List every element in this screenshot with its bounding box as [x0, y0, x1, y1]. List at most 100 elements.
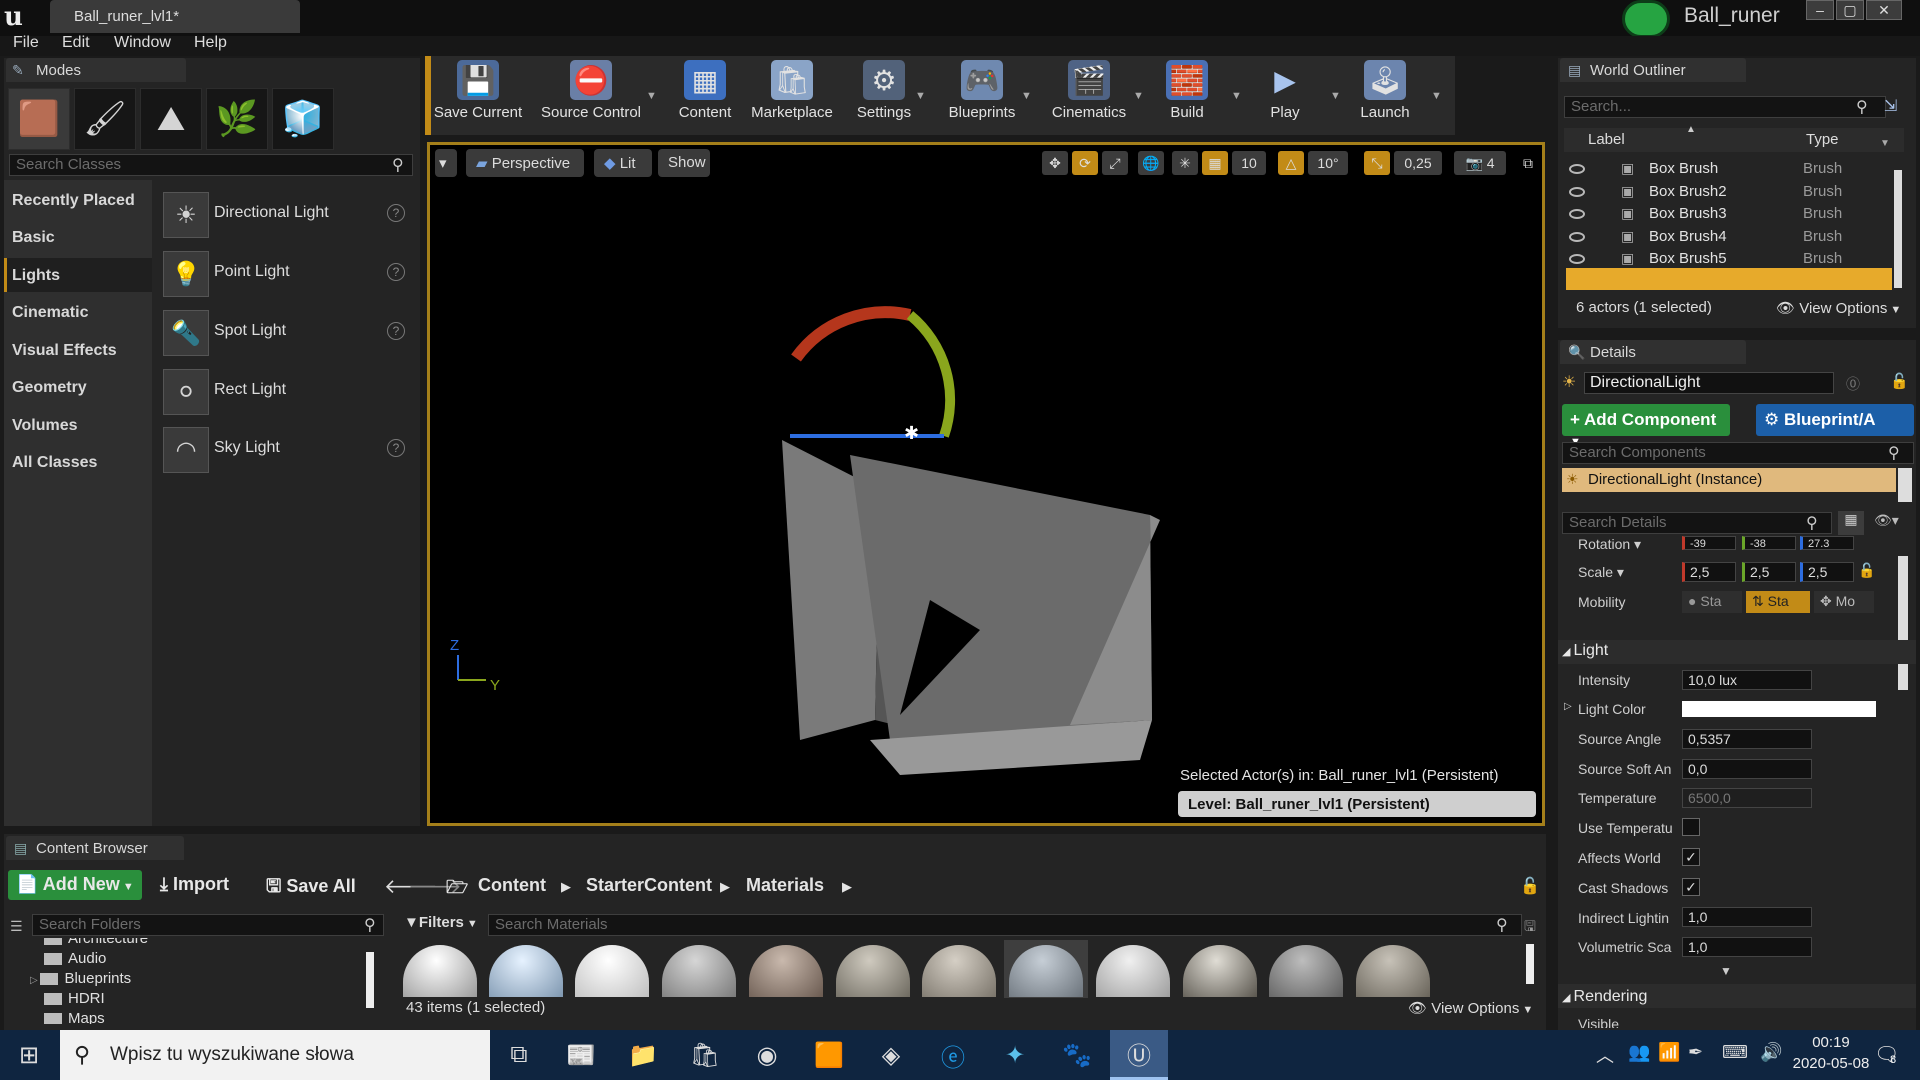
category-basic[interactable]: Basic: [12, 229, 55, 247]
news-app-icon[interactable]: 📰: [552, 1030, 610, 1080]
actor-name-input[interactable]: DirectionalLight: [1584, 372, 1834, 394]
play-dropdown-icon[interactable]: ▼: [1330, 90, 1341, 102]
place-item-point-light[interactable]: 💡 Point Light ?: [160, 249, 415, 301]
folder-audio[interactable]: Audio: [44, 950, 106, 967]
visibility-eye-icon[interactable]: [1569, 186, 1585, 197]
scale-z-input[interactable]: 2,5: [1800, 562, 1854, 582]
taskbar-search-box[interactable]: Wpisz tu wyszukiwane słowa: [60, 1030, 490, 1080]
volumetric-scattering-input[interactable]: 1,0: [1682, 937, 1812, 957]
sublime-icon[interactable]: 🟧: [800, 1030, 858, 1080]
grid-snap-icon[interactable]: ▦: [1202, 151, 1228, 175]
maximize-viewport-icon[interactable]: ⧉: [1518, 151, 1538, 175]
search-details-input[interactable]: Search Details: [1562, 512, 1832, 534]
blueprint-button[interactable]: ⚙ Blueprint/A: [1756, 404, 1914, 436]
camera-speed[interactable]: 📷 4: [1454, 151, 1506, 175]
visual-studio-icon[interactable]: ✦: [986, 1030, 1044, 1080]
app-icon[interactable]: 🐾: [1048, 1030, 1106, 1080]
launch-dropdown-icon[interactable]: ▼: [1431, 90, 1442, 102]
category-all-classes[interactable]: All Classes: [12, 454, 97, 472]
folder-maps[interactable]: Maps: [44, 1010, 105, 1024]
scale-snap-value[interactable]: 0,25: [1394, 151, 1442, 175]
help-icon[interactable]: ?: [387, 322, 405, 340]
affects-world-checkbox[interactable]: ✓: [1682, 848, 1700, 866]
menu-window[interactable]: Window: [114, 34, 171, 52]
details-tab[interactable]: Details: [1560, 340, 1746, 364]
mesh-paint-mode-icon[interactable]: 🧊: [272, 88, 334, 150]
search-materials-input[interactable]: Search Materials: [488, 914, 1522, 936]
keyboard-icon[interactable]: ⌨: [1722, 1042, 1748, 1063]
cinematics-button[interactable]: 🎬 Cinematics: [1044, 60, 1134, 130]
file-explorer-icon[interactable]: 📁: [614, 1030, 672, 1080]
visibility-filter-icon[interactable]: 👁▾: [1874, 512, 1899, 529]
source-soft-angle-input[interactable]: 0,0: [1682, 759, 1812, 779]
visibility-eye-icon[interactable]: [1569, 231, 1585, 242]
scale-icon[interactable]: ⤢: [1102, 151, 1128, 175]
category-geometry[interactable]: Geometry: [12, 379, 87, 397]
minimize-button[interactable]: –: [1806, 0, 1834, 20]
help-icon[interactable]: ?: [387, 263, 405, 281]
save-search-icon[interactable]: 🖫: [1524, 916, 1536, 940]
import-button[interactable]: ⤓ Import: [156, 870, 233, 900]
temperature-input[interactable]: 6500,0: [1682, 788, 1812, 808]
unity-icon[interactable]: ◈: [862, 1030, 920, 1080]
breadcrumb-materials[interactable]: Materials: [746, 875, 824, 896]
place-item-sky-light[interactable]: ◠ Sky Light ?: [160, 425, 415, 477]
settings-dropdown-icon[interactable]: ▼: [915, 90, 926, 102]
indirect-lighting-input[interactable]: 1,0: [1682, 907, 1812, 927]
save-all-button[interactable]: 🖫 Save All: [262, 870, 360, 900]
column-type[interactable]: Type: [1806, 131, 1839, 148]
search-classes-input[interactable]: Search Classes: [9, 154, 413, 176]
blueprints-dropdown-icon[interactable]: ▼: [1021, 90, 1032, 102]
settings-button[interactable]: ⚙ Settings: [852, 60, 916, 130]
place-item-directional-light[interactable]: ☀ Directional Light ?: [160, 190, 415, 242]
pen-icon[interactable]: ✒: [1688, 1042, 1703, 1063]
people-icon[interactable]: 👥: [1628, 1042, 1650, 1063]
rotation-snap-value[interactable]: 10°: [1308, 151, 1348, 175]
paint-mode-icon[interactable]: 🖌: [74, 88, 136, 150]
content-button[interactable]: ▦ Content: [668, 60, 742, 130]
source-control-button[interactable]: ⛔ Source Control: [536, 60, 646, 130]
folder-blueprints[interactable]: ▷ Blueprints: [30, 970, 131, 987]
surface-snap-icon[interactable]: ✳: [1172, 151, 1198, 175]
rotate-icon[interactable]: ⟳: [1072, 151, 1098, 175]
build-button[interactable]: 🧱 Build: [1160, 60, 1214, 130]
add-filter-icon[interactable]: ⇲: [1884, 96, 1897, 116]
grid-size-value[interactable]: 10: [1232, 151, 1266, 175]
translate-icon[interactable]: ✥: [1042, 151, 1068, 175]
breadcrumb-startercontent[interactable]: StarterContent: [586, 875, 712, 896]
outliner-row[interactable]: ▣ Box Brush4 Brush: [1565, 226, 1905, 248]
mobility-stationary-button[interactable]: ⇅ Sta: [1746, 591, 1810, 613]
task-view-icon[interactable]: ⧉: [490, 1030, 548, 1080]
cinematics-dropdown-icon[interactable]: ▼: [1133, 90, 1144, 102]
perspective-button[interactable]: ▰ Perspective: [466, 149, 584, 177]
property-matrix-icon[interactable]: ▦: [1838, 511, 1864, 535]
edge-icon[interactable]: ⓔ: [924, 1030, 982, 1080]
viewport-options-icon[interactable]: ▾: [435, 149, 457, 177]
rotation-x-input[interactable]: -39: [1682, 536, 1736, 550]
column-dropdown-icon[interactable]: ▼: [1880, 138, 1890, 149]
world-outliner-tab[interactable]: World Outliner: [1560, 58, 1746, 82]
outliner-row[interactable]: ▣ Box Brush5 Brush: [1565, 248, 1905, 270]
tray-chevron-icon[interactable]: ︿: [1596, 1042, 1614, 1068]
menu-file[interactable]: File: [13, 34, 39, 52]
show-button[interactable]: Show: [658, 149, 710, 177]
category-cinematic[interactable]: Cinematic: [12, 304, 88, 322]
folder-tree-toggle-icon[interactable]: ☰: [10, 918, 23, 935]
lock-icon[interactable]: 🔓: [1520, 876, 1540, 896]
folder-scrollbar[interactable]: [366, 952, 374, 1008]
chrome-icon[interactable]: ◉: [738, 1030, 796, 1080]
visibility-eye-icon[interactable]: [1569, 209, 1585, 219]
windows-start-icon[interactable]: ⊞: [0, 1030, 58, 1080]
outliner-row[interactable]: ▣ Box Brush2 Brush: [1565, 181, 1905, 203]
source-control-dropdown-icon[interactable]: ▼: [646, 90, 657, 102]
category-visual-effects[interactable]: Visual Effects: [12, 342, 117, 360]
search-folders-input[interactable]: Search Folders: [32, 914, 384, 936]
landscape-mode-icon[interactable]: ⛰: [140, 88, 202, 150]
folder-architecture[interactable]: Architecture: [44, 938, 148, 947]
advanced-expand-icon[interactable]: ▼: [1720, 964, 1732, 978]
clock[interactable]: 00:19 2020-05-08: [1790, 1034, 1872, 1072]
blueprints-button[interactable]: 🎮 Blueprints: [942, 60, 1022, 130]
place-mode-icon[interactable]: 🟫: [8, 88, 70, 150]
component-instance-row[interactable]: DirectionalLight (Instance): [1562, 468, 1896, 492]
use-temperature-checkbox[interactable]: [1682, 818, 1700, 836]
